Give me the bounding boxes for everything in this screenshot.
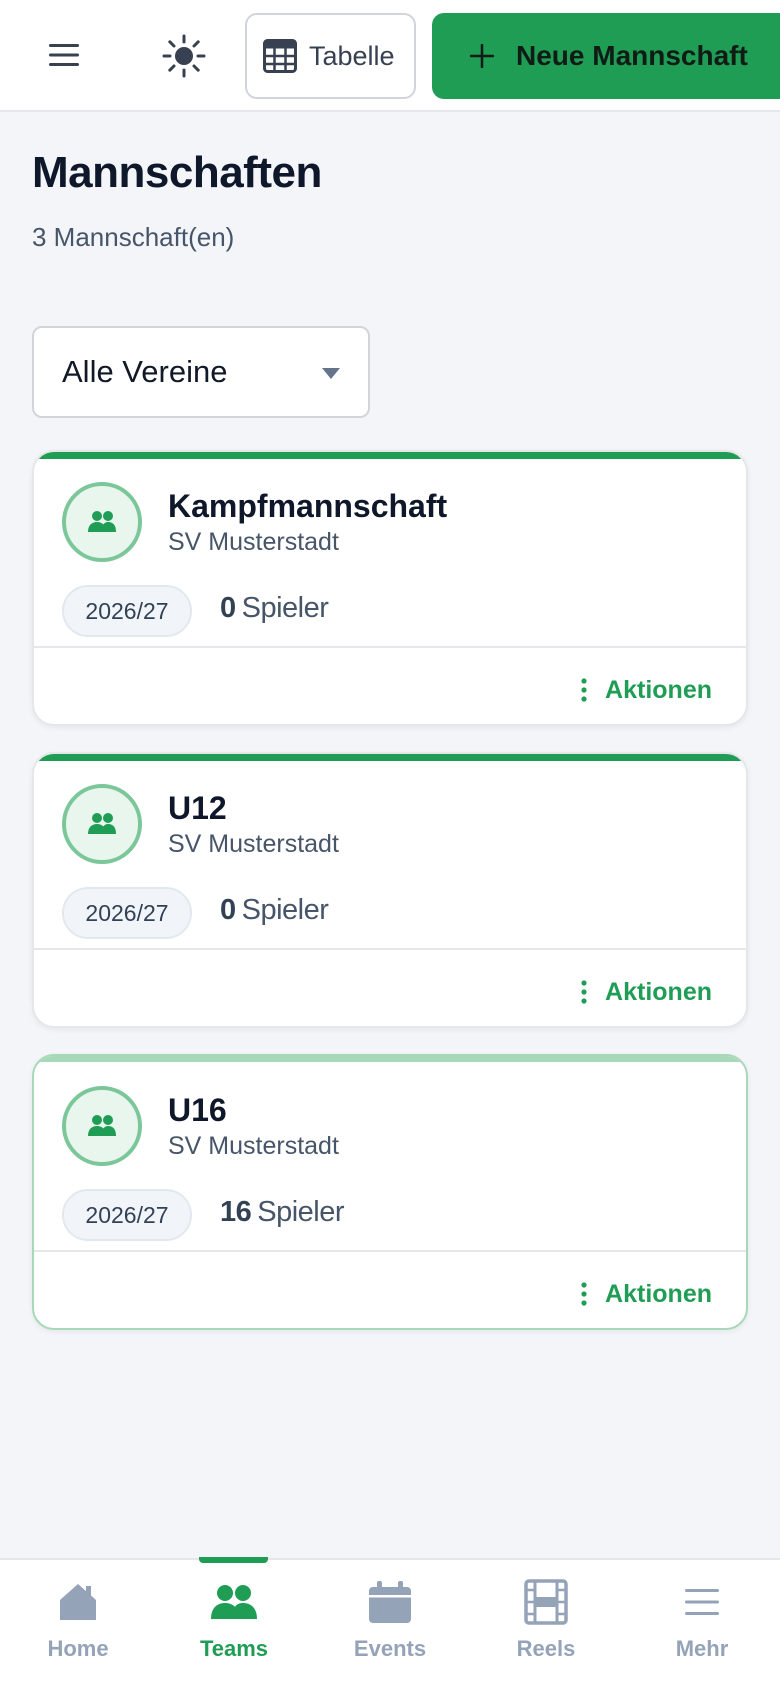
actions-button[interactable]: Aktionen	[581, 1274, 712, 1314]
caret-down-icon	[322, 368, 340, 379]
club-filter-select[interactable]: Alle Vereine	[32, 326, 370, 418]
team-avatar	[62, 784, 142, 864]
team-avatar	[62, 1086, 142, 1166]
more-vertical-icon	[581, 678, 587, 702]
nav-item-reels[interactable]: Reels	[468, 1576, 624, 1676]
player-count: 0 Spieler	[220, 894, 329, 927]
table-view-button[interactable]: Tabelle	[245, 13, 416, 99]
card-divider	[34, 948, 746, 950]
player-count-label: Spieler	[241, 592, 329, 624]
player-count-label: Spieler	[257, 1196, 345, 1228]
sun-icon	[162, 34, 206, 78]
team-avatar	[62, 482, 142, 562]
player-count-number: 16	[220, 1196, 252, 1228]
more-vertical-icon	[581, 1282, 587, 1306]
season-badge: 2026/27	[62, 585, 192, 637]
player-count-number: 0	[220, 592, 236, 624]
player-count-label: Spieler	[241, 894, 329, 926]
page-title: Mannschaften	[32, 148, 322, 197]
season-badge: 2026/27	[62, 887, 192, 939]
nav-item-home[interactable]: Home	[0, 1576, 156, 1676]
home-icon	[60, 1584, 96, 1620]
team-club: SV Musterstadt	[168, 528, 339, 556]
calendar-icon	[369, 1581, 411, 1623]
nav-item-events[interactable]: Events	[312, 1576, 468, 1676]
team-club: SV Musterstadt	[168, 830, 339, 858]
team-name: Kampfmannschaft	[168, 488, 448, 524]
card-divider	[34, 646, 746, 648]
team-name: U16	[168, 1092, 227, 1128]
nav-label-teams: Teams	[199, 1636, 269, 1661]
theme-toggle-button[interactable]	[156, 28, 212, 84]
top-app-bar: Tabelle Neue Mannschaft	[0, 0, 780, 112]
menu-button[interactable]	[36, 30, 92, 80]
actions-button[interactable]: Aktionen	[581, 972, 712, 1012]
group-icon	[88, 511, 116, 532]
plus-icon	[470, 44, 494, 68]
nav-label-events: Events	[353, 1636, 427, 1661]
actions-label: Aktionen	[605, 1279, 712, 1308]
team-club: SV Musterstadt	[168, 1132, 339, 1160]
team-card[interactable]: U16 SV Musterstadt 2026/27 16 Spieler Akt…	[32, 1054, 748, 1330]
nav-label-reels: Reels	[516, 1636, 576, 1661]
film-icon	[524, 1579, 568, 1625]
group-icon	[88, 1115, 116, 1136]
team-card[interactable]: Kampfmannschaft SV Musterstadt 2026/27 0…	[32, 450, 748, 726]
hamburger-icon	[49, 44, 79, 66]
nav-item-teams[interactable]: Teams	[156, 1576, 312, 1676]
player-count: 0 Spieler	[220, 592, 329, 625]
table-button-label: Tabelle	[309, 40, 395, 71]
nav-label-more: Mehr	[675, 1636, 729, 1661]
team-name: U12	[168, 790, 227, 826]
actions-button[interactable]: Aktionen	[581, 670, 712, 710]
more-vertical-icon	[581, 980, 587, 1004]
card-divider	[34, 1250, 746, 1252]
group-icon	[88, 813, 116, 834]
club-filter-value: Alle Vereine	[62, 354, 228, 389]
nav-label-home: Home	[47, 1636, 109, 1661]
menu-icon	[685, 1589, 719, 1615]
season-badge: 2026/27	[62, 1189, 192, 1241]
actions-label: Aktionen	[605, 675, 712, 704]
team-card[interactable]: U12 SV Musterstadt 2026/27 0 Spieler Akti…	[32, 752, 748, 1028]
table-icon	[263, 39, 297, 73]
active-tab-indicator	[199, 1557, 268, 1563]
new-team-button[interactable]: Neue Mannschaft	[432, 13, 780, 99]
teams-icon	[211, 1585, 257, 1619]
player-count-number: 0	[220, 894, 236, 926]
nav-item-more[interactable]: Mehr	[624, 1576, 780, 1676]
new-team-button-label: Neue Mannschaft	[516, 40, 748, 71]
actions-label: Aktionen	[605, 977, 712, 1006]
team-count: 3 Mannschaft(en)	[32, 222, 235, 252]
player-count: 16 Spieler	[220, 1196, 345, 1229]
